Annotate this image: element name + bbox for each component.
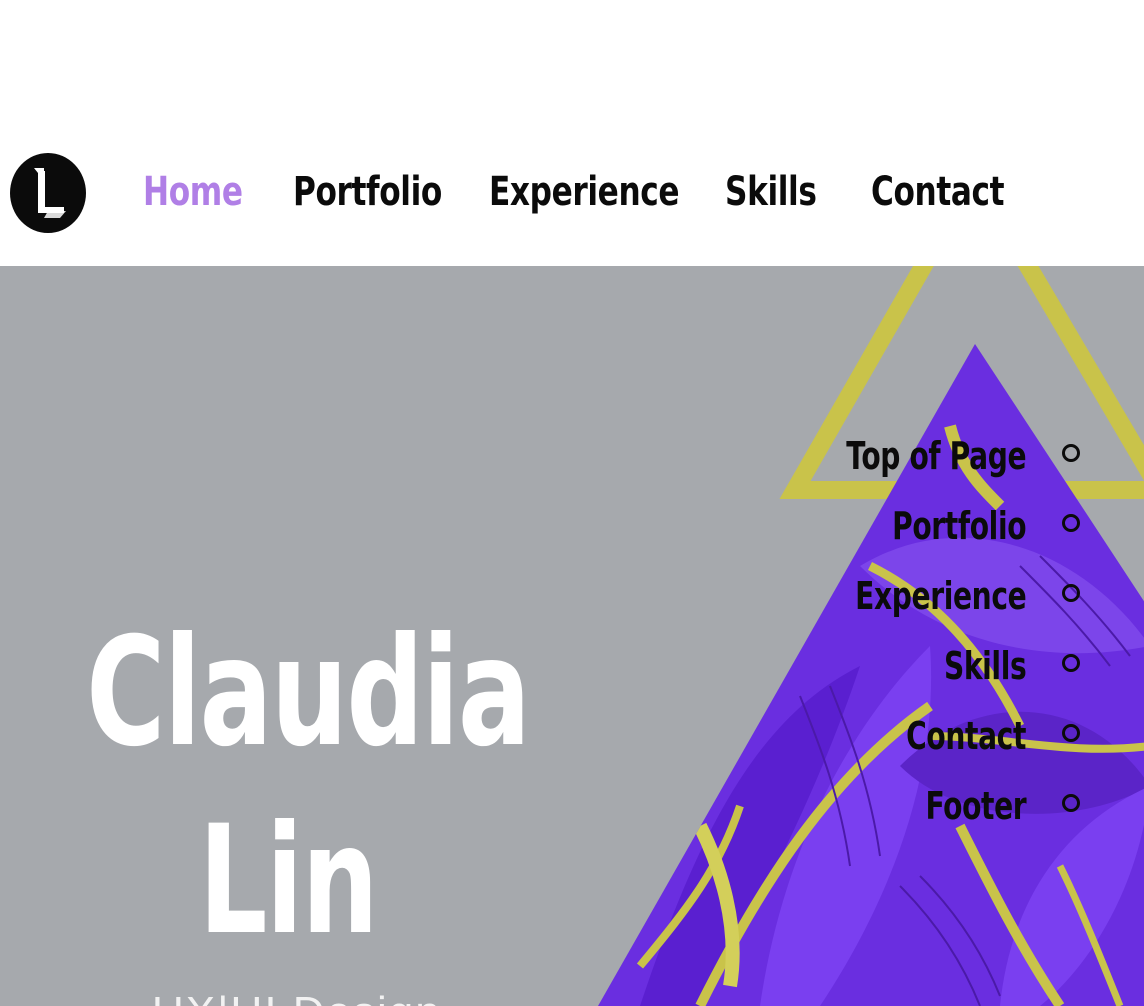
nav-item-skills[interactable]: Skills: [725, 160, 817, 224]
anchor-item-label: Portfolio: [891, 504, 1026, 548]
nav-item-contact[interactable]: Contact: [871, 160, 1005, 224]
anchor-dot-icon: [1062, 514, 1080, 532]
anchor-item-label: Experience: [854, 574, 1027, 618]
hero-section: Claudia Lin UX|UI Design Top of Page Por…: [0, 266, 1144, 1006]
anchor-item-skills[interactable]: Skills: [915, 641, 1080, 691]
anchor-item-label: Top of Page: [846, 434, 1026, 478]
anchor-dot-icon: [1062, 794, 1080, 812]
anchor-dot-icon: [1062, 444, 1080, 462]
section-anchor-menu: Top of Page Portfolio Experience Skills …: [0, 266, 1144, 1006]
main-nav: Home Portfolio Experience Skills Contact: [0, 160, 1144, 224]
anchor-item-label: Footer: [925, 784, 1026, 828]
nav-item-home[interactable]: Home: [143, 160, 243, 224]
anchor-item-experience[interactable]: Experience: [795, 571, 1080, 621]
site-header: Home Portfolio Experience Skills Contact: [0, 0, 1144, 266]
nav-item-experience[interactable]: Experience: [489, 160, 680, 224]
anchor-dot-icon: [1062, 654, 1080, 672]
anchor-item-portfolio[interactable]: Portfolio: [845, 501, 1080, 551]
anchor-item-label: Contact: [906, 714, 1026, 758]
nav-item-portfolio[interactable]: Portfolio: [293, 160, 442, 224]
anchor-item-contact[interactable]: Contact: [864, 711, 1080, 761]
anchor-item-top-of-page[interactable]: Top of Page: [783, 431, 1080, 481]
anchor-dot-icon: [1062, 724, 1080, 742]
anchor-item-label: Skills: [943, 644, 1027, 688]
anchor-dot-icon: [1062, 584, 1080, 602]
anchor-item-footer[interactable]: Footer: [890, 781, 1080, 831]
